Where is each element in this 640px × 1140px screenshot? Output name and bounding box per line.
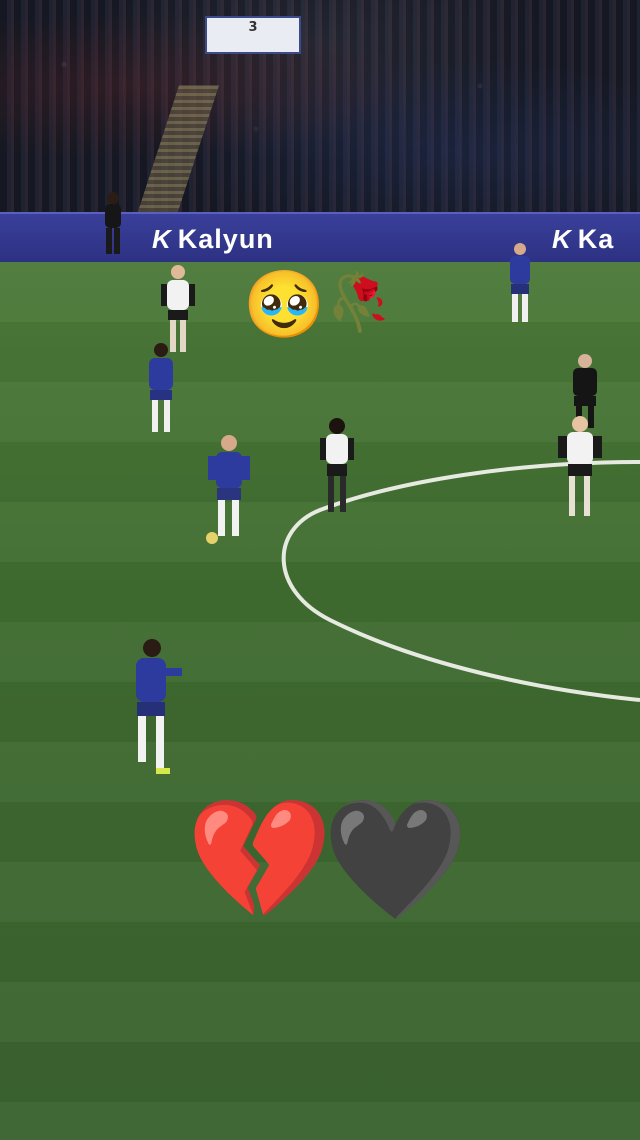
home-player-figure	[510, 243, 530, 322]
away-player-figure	[320, 418, 354, 512]
black-heart-emoji-icon: 🖤	[322, 790, 469, 928]
referee-assistant-figure	[105, 192, 121, 254]
pleading-face-emoji-icon: 🥹	[243, 266, 326, 343]
video-frame: 3 K Kalyun K Ka 🥹 🥀 💔 🖤	[0, 0, 640, 1140]
home-player-figure	[149, 343, 173, 432]
home-player-figure	[136, 639, 182, 774]
away-player-figure	[558, 416, 602, 516]
broken-heart-emoji-icon: 💔	[186, 790, 333, 928]
home-player-with-ball-figure	[206, 435, 250, 544]
center-circle-line	[281, 460, 640, 702]
